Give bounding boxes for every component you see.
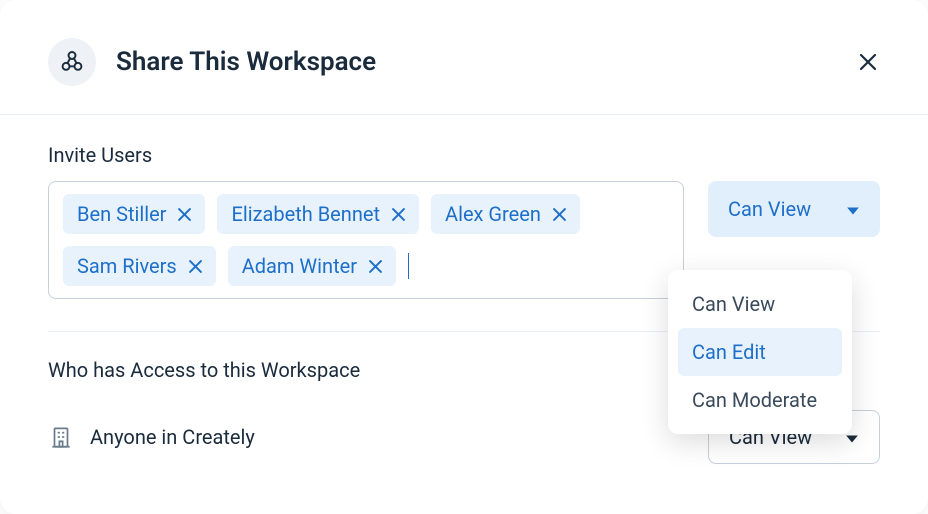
dropdown-option-can-view[interactable]: Can View [678, 280, 842, 328]
user-chip: Ben Stiller [63, 194, 205, 234]
chip-remove-button[interactable] [392, 208, 405, 221]
close-icon [189, 260, 202, 273]
chip-remove-button[interactable] [553, 208, 566, 221]
close-button[interactable] [856, 50, 880, 74]
invite-users-input[interactable]: Ben Stiller Elizabeth Bennet Alex Green [48, 181, 684, 299]
dropdown-option-can-moderate[interactable]: Can Moderate [678, 376, 842, 424]
close-icon [369, 260, 382, 273]
chip-remove-button[interactable] [189, 260, 202, 273]
permission-dropdown: Can View Can Edit Can Moderate [668, 270, 852, 434]
share-icon [48, 38, 96, 86]
invite-permission-select[interactable]: Can View [708, 181, 880, 237]
chip-label: Ben Stiller [77, 202, 166, 226]
close-icon [392, 208, 405, 221]
access-left: Anyone in Creately [48, 424, 255, 450]
modal-title: Share This Workspace [116, 47, 856, 77]
share-workspace-modal: Share This Workspace Invite Users Ben St… [0, 0, 928, 514]
chip-label: Adam Winter [242, 254, 357, 278]
user-chip: Alex Green [431, 194, 580, 234]
text-cursor [408, 253, 409, 279]
close-icon [856, 50, 880, 74]
close-icon [178, 208, 191, 221]
org-access-label: Anyone in Creately [90, 425, 255, 449]
user-chip: Adam Winter [228, 246, 396, 286]
user-chip: Sam Rivers [63, 246, 216, 286]
organization-icon [48, 424, 74, 450]
chip-remove-button[interactable] [178, 208, 191, 221]
chip-label: Sam Rivers [77, 254, 177, 278]
modal-header: Share This Workspace [0, 0, 928, 115]
chip-label: Alex Green [445, 202, 541, 226]
chip-remove-button[interactable] [369, 260, 382, 273]
dropdown-option-can-edit[interactable]: Can Edit [678, 328, 842, 376]
caret-down-icon [846, 197, 860, 221]
user-chip: Elizabeth Bennet [217, 194, 419, 234]
close-icon [553, 208, 566, 221]
invite-label: Invite Users [48, 143, 880, 167]
permission-select-label: Can View [728, 197, 811, 221]
chip-label: Elizabeth Bennet [231, 202, 380, 226]
